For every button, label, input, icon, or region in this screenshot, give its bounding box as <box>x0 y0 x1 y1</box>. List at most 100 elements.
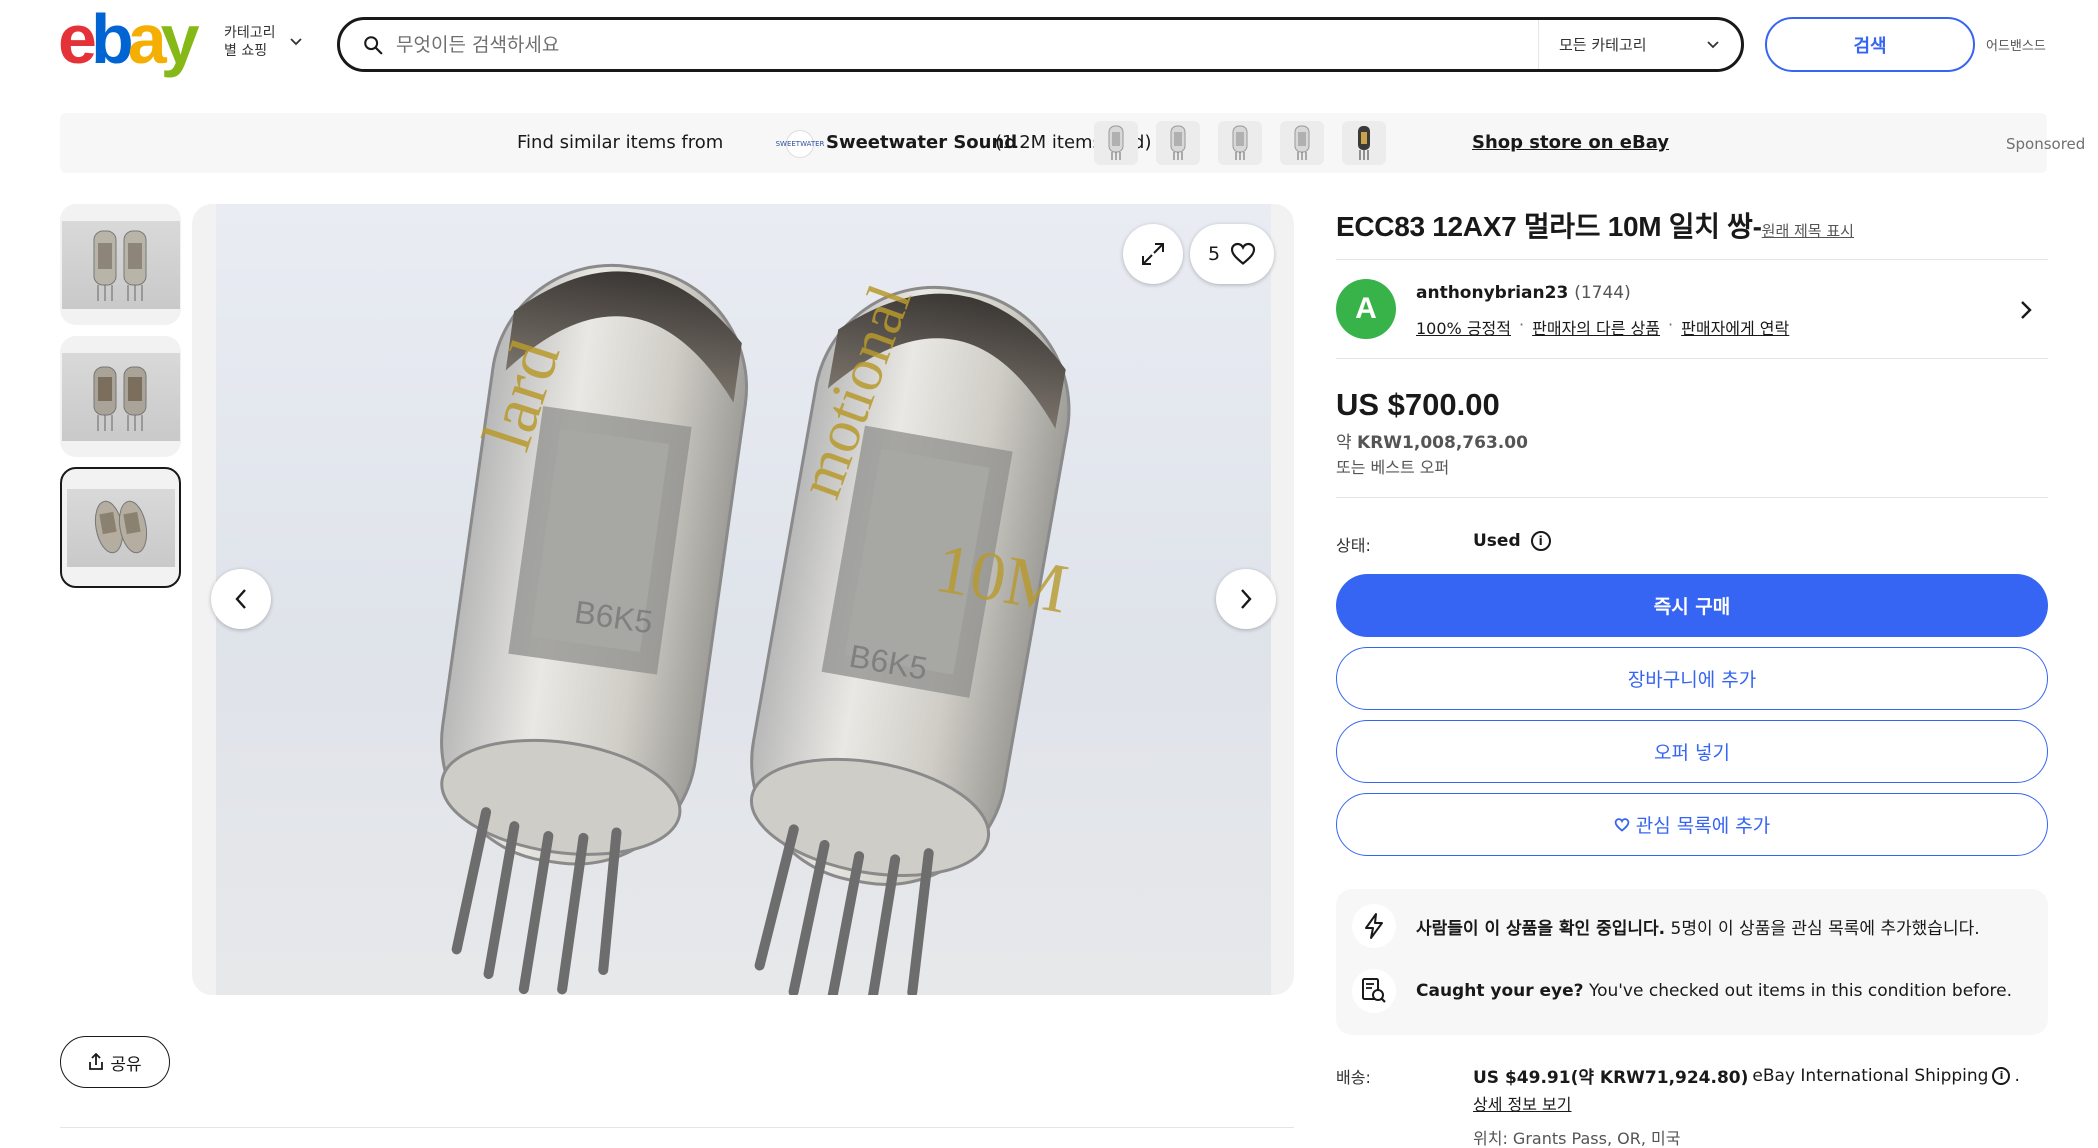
vacuum-tube-icon <box>1294 125 1310 160</box>
shipping-period: . <box>2014 1065 2020 1086</box>
store-item-thumbnail[interactable] <box>1280 121 1324 165</box>
watching-text-rest: 명이 이 상품을 관심 목록에 추가했습니다. <box>1681 918 1980 939</box>
thumbnail-image <box>61 352 180 441</box>
tube-pair-photo <box>94 500 147 553</box>
watching-text-bold: 사람들이 이 상품을 확인 중입니다. <box>1416 918 1666 939</box>
seller-username: anthonybrian23 <box>1416 283 1569 303</box>
ebay-logo[interactable]: e b a y <box>58 4 200 74</box>
right-tube: motional 10M B6K5 <box>749 276 1073 995</box>
share-button[interactable]: 공유 <box>60 1036 170 1088</box>
advanced-search-link[interactable]: 어드밴스드 <box>1986 35 2046 54</box>
shop-store-link[interactable]: Shop store on eBay <box>1472 132 1669 153</box>
item-location: 위치: Grants Pass, OR, 미국 <box>1473 1129 1681 1148</box>
vacuum-tube-icon <box>1358 126 1370 160</box>
thumbnail-image <box>61 220 180 309</box>
tube-pair-photo <box>93 366 146 431</box>
approx-prefix: 약 <box>1336 433 1352 453</box>
buy-now-button[interactable]: 즉시 구매 <box>1336 574 2048 637</box>
gallery-thumbnail-1[interactable] <box>60 204 181 325</box>
fullscreen-button[interactable] <box>1123 224 1183 284</box>
store-logo-text: SWEETWATER <box>775 140 825 148</box>
seller-positive-feedback-link[interactable]: 100% 긍정적 <box>1416 315 1511 339</box>
find-similar-text: Find similar items from <box>517 132 724 153</box>
store-item-thumbnail[interactable] <box>1156 121 1200 165</box>
show-original-title-link[interactable]: 원래 제목 표시 <box>1762 222 1854 240</box>
category-menu-label: 카테고리 별 쇼핑 <box>224 24 276 60</box>
product-title: ECC83 12AX7 멀라드 10M 일치 쌍-원래 제목 표시 <box>1336 205 2048 245</box>
next-image-button[interactable] <box>1216 569 1276 629</box>
expand-icon <box>1142 243 1164 265</box>
seller-other-items-link[interactable]: 판매자의 다른 상품 <box>1532 315 1660 339</box>
search-button[interactable]: 검색 <box>1765 17 1975 72</box>
seller-links: 100% 긍정적 · 판매자의 다른 상품 · 판매자에게 연락 <box>1416 315 1789 339</box>
logo-letter-a: a <box>127 0 167 78</box>
caught-eye-text: Caught your eye? You've checked out item… <box>1416 981 2012 1001</box>
store-item-thumbnail[interactable] <box>1218 121 1262 165</box>
share-icon <box>89 1053 104 1070</box>
approx-price: 약 KRW1,008,763.00 <box>1336 428 1528 453</box>
category-menu-label-line2: 별 쇼핑 <box>224 43 268 59</box>
left-tube: lard B6K5 <box>440 263 749 995</box>
search-category-select[interactable]: 모든 카테고리 <box>1538 20 1741 69</box>
product-photo[interactable]: lard B6K5 motional 10M B6K5 <box>216 204 1271 995</box>
sponsored-store-banner: Find similar items from SWEETWATER Sweet… <box>60 113 2085 173</box>
store-item-thumbnail[interactable] <box>1342 121 1386 165</box>
chevron-right-icon <box>2021 301 2032 319</box>
lightning-icon <box>1352 904 1396 948</box>
caught-eye-rest: You've checked out items in this conditi… <box>1588 981 2013 1001</box>
store-name[interactable]: Sweetwater Sound <box>826 132 1017 153</box>
watch-count-button[interactable]: 5 <box>1190 224 1274 284</box>
chevron-down-icon <box>1707 40 1719 48</box>
history-search-icon <box>1352 969 1396 1013</box>
divider <box>1336 497 2048 498</box>
thumbnail-image <box>66 488 175 567</box>
product-title-text: ECC83 12AX7 멀라드 10M 일치 쌍- <box>1336 211 1762 242</box>
store-item-thumbnail[interactable] <box>1094 121 1138 165</box>
info-icon[interactable]: i <box>1530 531 1551 551</box>
vacuum-tube-icon <box>1170 125 1186 160</box>
condition-label: 상태: <box>1336 536 1371 555</box>
gallery-thumbnail-2[interactable] <box>60 336 181 457</box>
add-to-cart-button[interactable]: 장바구니에 추가 <box>1336 647 2048 710</box>
vacuum-tube-icon <box>1232 125 1248 160</box>
tube-pair-photo <box>93 230 146 301</box>
chevron-down-icon <box>289 38 302 46</box>
shipping-details-link[interactable]: 상세 정보 보기 <box>1473 1091 1572 1115</box>
logo-letter-e: e <box>58 0 97 78</box>
heart-icon <box>1230 242 1256 265</box>
make-offer-button[interactable]: 오퍼 넣기 <box>1336 720 2048 783</box>
vacuum-tube-pair-photo: lard B6K5 motional 10M B6K5 <box>440 263 1073 995</box>
gallery-thumbnail-3[interactable] <box>60 467 181 588</box>
store-logo[interactable]: SWEETWATER <box>776 130 824 158</box>
search-category-label: 모든 카테고리 <box>1559 36 1647 54</box>
contact-seller-link[interactable]: 판매자에게 연락 <box>1681 315 1789 339</box>
condition-text: Used <box>1473 531 1521 551</box>
previous-image-button[interactable] <box>211 569 271 629</box>
vacuum-tube-icon <box>1108 125 1124 160</box>
add-to-watchlist-button[interactable]: 관심 목록에 추가 <box>1336 793 2048 856</box>
seller-name[interactable]: anthonybrian23 (1744) <box>1416 283 1631 303</box>
urgency-signals: 사람들이 이 상품을 확인 중입니다. 5명이 이 상품을 관심 목록에 추가했… <box>1336 889 2048 1035</box>
approx-price-value: KRW1,008,763.00 <box>1357 433 1528 453</box>
heart-icon <box>1614 817 1630 832</box>
shipping-price: US $49.91(약 KRW71,924.80) <box>1473 1068 1749 1088</box>
seller-avatar[interactable]: A <box>1336 279 1396 339</box>
separator-dot: · <box>1519 315 1525 334</box>
share-label: 공유 <box>110 1054 142 1075</box>
watching-signal: 사람들이 이 상품을 확인 중입니다. 5명이 이 상품을 관심 목록에 추가했… <box>1352 904 1980 948</box>
caught-eye-bold: Caught your eye? <box>1416 981 1584 1001</box>
shipping-value: US $49.91(약 KRW71,924.80) eBay Internati… <box>1473 1063 2020 1089</box>
condition-value: Used i <box>1473 531 1551 551</box>
search-icon <box>364 35 383 54</box>
divider <box>1336 358 2048 359</box>
watching-text: 사람들이 이 상품을 확인 중입니다. 5명이 이 상품을 관심 목록에 추가했… <box>1416 914 1980 939</box>
shipping-label: 배송: <box>1336 1068 1371 1087</box>
shop-by-category-menu[interactable]: 카테고리 별 쇼핑 <box>224 24 302 60</box>
search-input[interactable] <box>396 20 1538 69</box>
divider <box>1336 259 2048 260</box>
logo-letter-b: b <box>90 0 134 78</box>
category-menu-label-line1: 카테고리 <box>224 25 276 41</box>
info-icon[interactable]: i <box>1992 1066 2011 1085</box>
separator-dot: · <box>1668 315 1674 334</box>
seller-details-button[interactable] <box>2020 298 2032 326</box>
